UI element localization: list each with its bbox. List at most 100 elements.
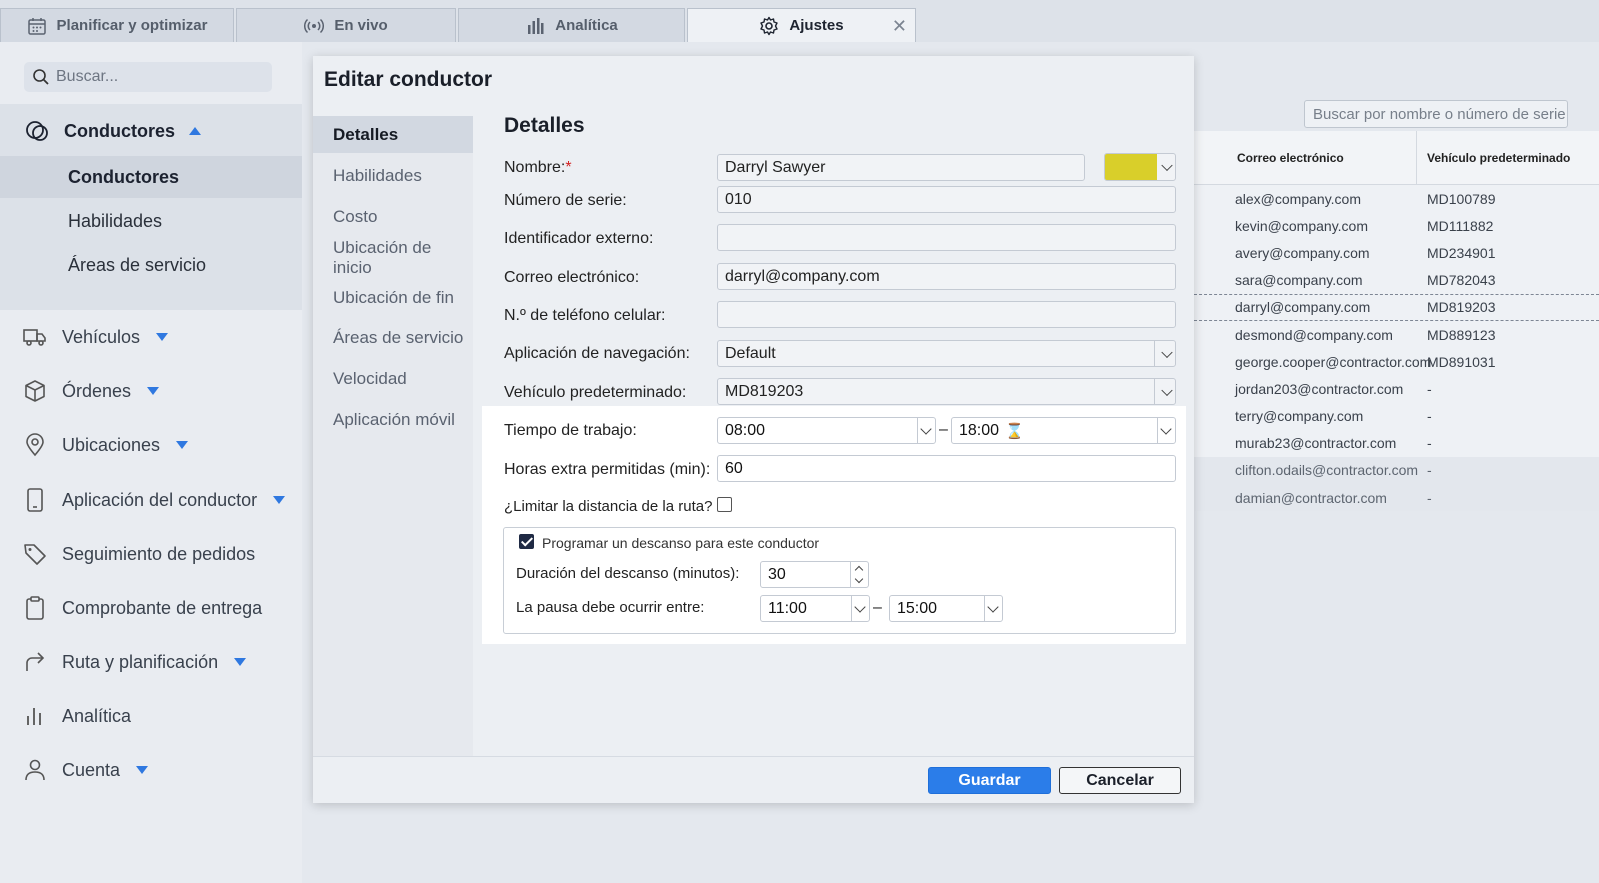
dialog-nav-mobile-app[interactable]: Aplicación móvil bbox=[313, 401, 473, 438]
chevron-down-icon bbox=[851, 596, 869, 621]
stepper-arrows-icon[interactable] bbox=[850, 562, 868, 587]
expand-caret-icon[interactable] bbox=[273, 496, 286, 504]
bar-chart-icon bbox=[528, 17, 544, 34]
expand-caret-icon[interactable] bbox=[136, 766, 149, 774]
table-row[interactable]: sara@company.com MD782043 bbox=[1194, 266, 1599, 294]
collapse-caret-icon[interactable] bbox=[189, 127, 202, 135]
external-id-label: Identificador externo: bbox=[504, 230, 654, 247]
clipboard-icon bbox=[26, 596, 44, 620]
sidebar-item-label: Ubicaciones bbox=[62, 434, 161, 455]
vehicle-cell: MD100789 bbox=[1427, 190, 1496, 207]
limit-distance-label: ¿Limitar la distancia de la ruta? bbox=[504, 498, 713, 515]
sidebar-subitem-drivers[interactable]: Conductores bbox=[0, 156, 302, 198]
nav-app-select[interactable]: Default bbox=[717, 340, 1176, 367]
dialog-nav-end-location[interactable]: Ubicación de fin bbox=[313, 279, 473, 316]
close-tab-icon[interactable]: ✕ bbox=[892, 16, 907, 37]
break-start-select[interactable]: 11:00 bbox=[760, 595, 870, 622]
table-row[interactable]: avery@company.com MD234901 bbox=[1194, 239, 1599, 267]
color-picker[interactable] bbox=[1104, 153, 1176, 181]
vehicle-cell: - bbox=[1427, 408, 1432, 425]
sidebar-item-driver-app[interactable]: Aplicación del conductor bbox=[22, 487, 286, 513]
table-row[interactable]: desmond@company.com MD889123 bbox=[1194, 320, 1599, 349]
tab-analytics[interactable]: Analítica bbox=[458, 8, 685, 42]
tab-label: Ajustes bbox=[789, 17, 844, 34]
tab-plan-optimize[interactable]: Planificar y optimizar bbox=[0, 8, 234, 42]
cancel-button[interactable]: Cancelar bbox=[1059, 767, 1181, 794]
sidebar-item-locations[interactable]: Ubicaciones bbox=[22, 432, 189, 458]
vehicle-cell: MD819203 bbox=[1427, 299, 1496, 316]
select-value: 15:00 bbox=[897, 599, 938, 617]
sidebar-subitem-service-areas[interactable]: Áreas de servicio bbox=[0, 244, 302, 286]
table-row[interactable]: jordan203@contractor.com - bbox=[1194, 375, 1599, 403]
email-cell: kevin@company.com bbox=[1235, 217, 1368, 234]
dialog-nav: Detalles Habilidades Costo Ubicación de … bbox=[313, 116, 473, 756]
vehicle-cell: MD889123 bbox=[1427, 326, 1496, 343]
dialog-nav-speed[interactable]: Velocidad bbox=[313, 360, 473, 397]
work-end-select[interactable]: 18:00 ⌛ bbox=[951, 417, 1176, 444]
table-row[interactable]: damian@contractor.com - bbox=[1194, 484, 1599, 512]
sidebar-item-orders[interactable]: Órdenes bbox=[22, 378, 160, 404]
break-end-select[interactable]: 15:00 bbox=[889, 595, 1003, 622]
break-duration-stepper[interactable]: 30 bbox=[760, 561, 869, 588]
sidebar-subitem-skills[interactable]: Habilidades bbox=[0, 200, 302, 242]
sidebar-item-route-planning[interactable]: Ruta y planificación bbox=[22, 649, 247, 675]
email-cell: sara@company.com bbox=[1235, 272, 1363, 289]
dialog-nav-details[interactable]: Detalles bbox=[313, 116, 473, 153]
hourglass-icon: ⌛ bbox=[1005, 422, 1024, 440]
table-row[interactable]: george.cooper@contractor.com MD891031 bbox=[1194, 348, 1599, 376]
email-cell: jordan203@contractor.com bbox=[1235, 380, 1404, 397]
table-search-input[interactable]: Buscar por nombre o número de serie bbox=[1304, 100, 1568, 128]
dialog-nav-service-areas[interactable]: Áreas de servicio bbox=[313, 319, 473, 356]
sidebar-item-label: Aplicación del conductor bbox=[62, 489, 258, 510]
sidebar-item-order-tracking[interactable]: Seguimiento de pedidos bbox=[22, 541, 255, 567]
table-row[interactable]: murab23@contractor.com - bbox=[1194, 429, 1599, 457]
chevron-down-icon bbox=[1161, 159, 1173, 172]
serial-field[interactable]: 010 bbox=[717, 186, 1176, 213]
overtime-field[interactable]: 60 bbox=[717, 455, 1176, 482]
table-row[interactable]: terry@company.com - bbox=[1194, 402, 1599, 430]
table-row[interactable]: alex@company.com MD100789 bbox=[1194, 185, 1599, 213]
vehicle-select[interactable]: MD819203 bbox=[717, 378, 1176, 405]
sidebar-item-account[interactable]: Cuenta bbox=[22, 757, 149, 783]
expand-caret-icon[interactable] bbox=[176, 441, 189, 449]
dialog-nav-cost[interactable]: Costo bbox=[313, 198, 473, 235]
email-cell: murab23@contractor.com bbox=[1235, 435, 1397, 452]
table-row[interactable]: clifton.odails@contractor.com - bbox=[1194, 456, 1599, 485]
column-header-vehicle[interactable]: Vehículo predeterminado bbox=[1416, 131, 1599, 184]
sidebar-item-drivers[interactable]: Conductores bbox=[24, 118, 202, 144]
vehicle-cell: - bbox=[1427, 380, 1432, 397]
chevron-down-icon bbox=[1161, 346, 1173, 358]
column-header-email[interactable]: Correo electrónico bbox=[1194, 131, 1416, 184]
vehicle-cell: MD782043 bbox=[1427, 272, 1496, 289]
dialog-nav-start-location[interactable]: Ubicación de inicio bbox=[313, 238, 473, 277]
bar-chart-icon bbox=[27, 708, 41, 725]
footer-divider bbox=[313, 756, 1194, 757]
table-row[interactable]: kevin@company.com MD111882 bbox=[1194, 212, 1599, 240]
name-field[interactable]: Darryl Sawyer bbox=[717, 154, 1085, 181]
external-id-field[interactable] bbox=[717, 224, 1176, 251]
work-start-select[interactable]: 08:00 bbox=[717, 417, 936, 444]
sidebar-search-input[interactable]: Buscar... bbox=[24, 62, 272, 92]
box-icon bbox=[25, 380, 45, 402]
schedule-break-checkbox[interactable] bbox=[519, 534, 534, 549]
tab-settings[interactable]: Ajustes ✕ bbox=[687, 8, 916, 42]
vehicle-cell: MD111882 bbox=[1427, 217, 1494, 234]
sidebar-item-proof-of-delivery[interactable]: Comprobante de entrega bbox=[22, 595, 262, 621]
top-tab-bar: Planificar y optimizar En vivo Analítica… bbox=[0, 0, 1599, 42]
save-button[interactable]: Guardar bbox=[928, 767, 1051, 794]
dialog-nav-skills[interactable]: Habilidades bbox=[313, 157, 473, 194]
expand-caret-icon[interactable] bbox=[147, 387, 160, 395]
email-cell: george.cooper@contractor.com bbox=[1235, 353, 1432, 370]
expand-caret-icon[interactable] bbox=[234, 658, 247, 666]
sidebar-item-label: Órdenes bbox=[62, 380, 132, 401]
tab-live[interactable]: En vivo bbox=[236, 8, 456, 42]
expand-caret-icon[interactable] bbox=[156, 333, 169, 341]
sidebar-item-analytics[interactable]: Analítica bbox=[22, 703, 131, 729]
email-field[interactable]: darryl@company.com bbox=[717, 263, 1176, 290]
chevron-down-icon bbox=[1157, 418, 1175, 443]
break-window-label: La pausa debe ocurrir entre: bbox=[516, 599, 705, 616]
phone-field[interactable] bbox=[717, 301, 1176, 328]
table-row[interactable]: darryl@company.com MD819203 bbox=[1194, 293, 1599, 321]
sidebar-item-vehicles[interactable]: Vehículos bbox=[22, 324, 169, 350]
limit-distance-checkbox[interactable] bbox=[717, 497, 732, 512]
